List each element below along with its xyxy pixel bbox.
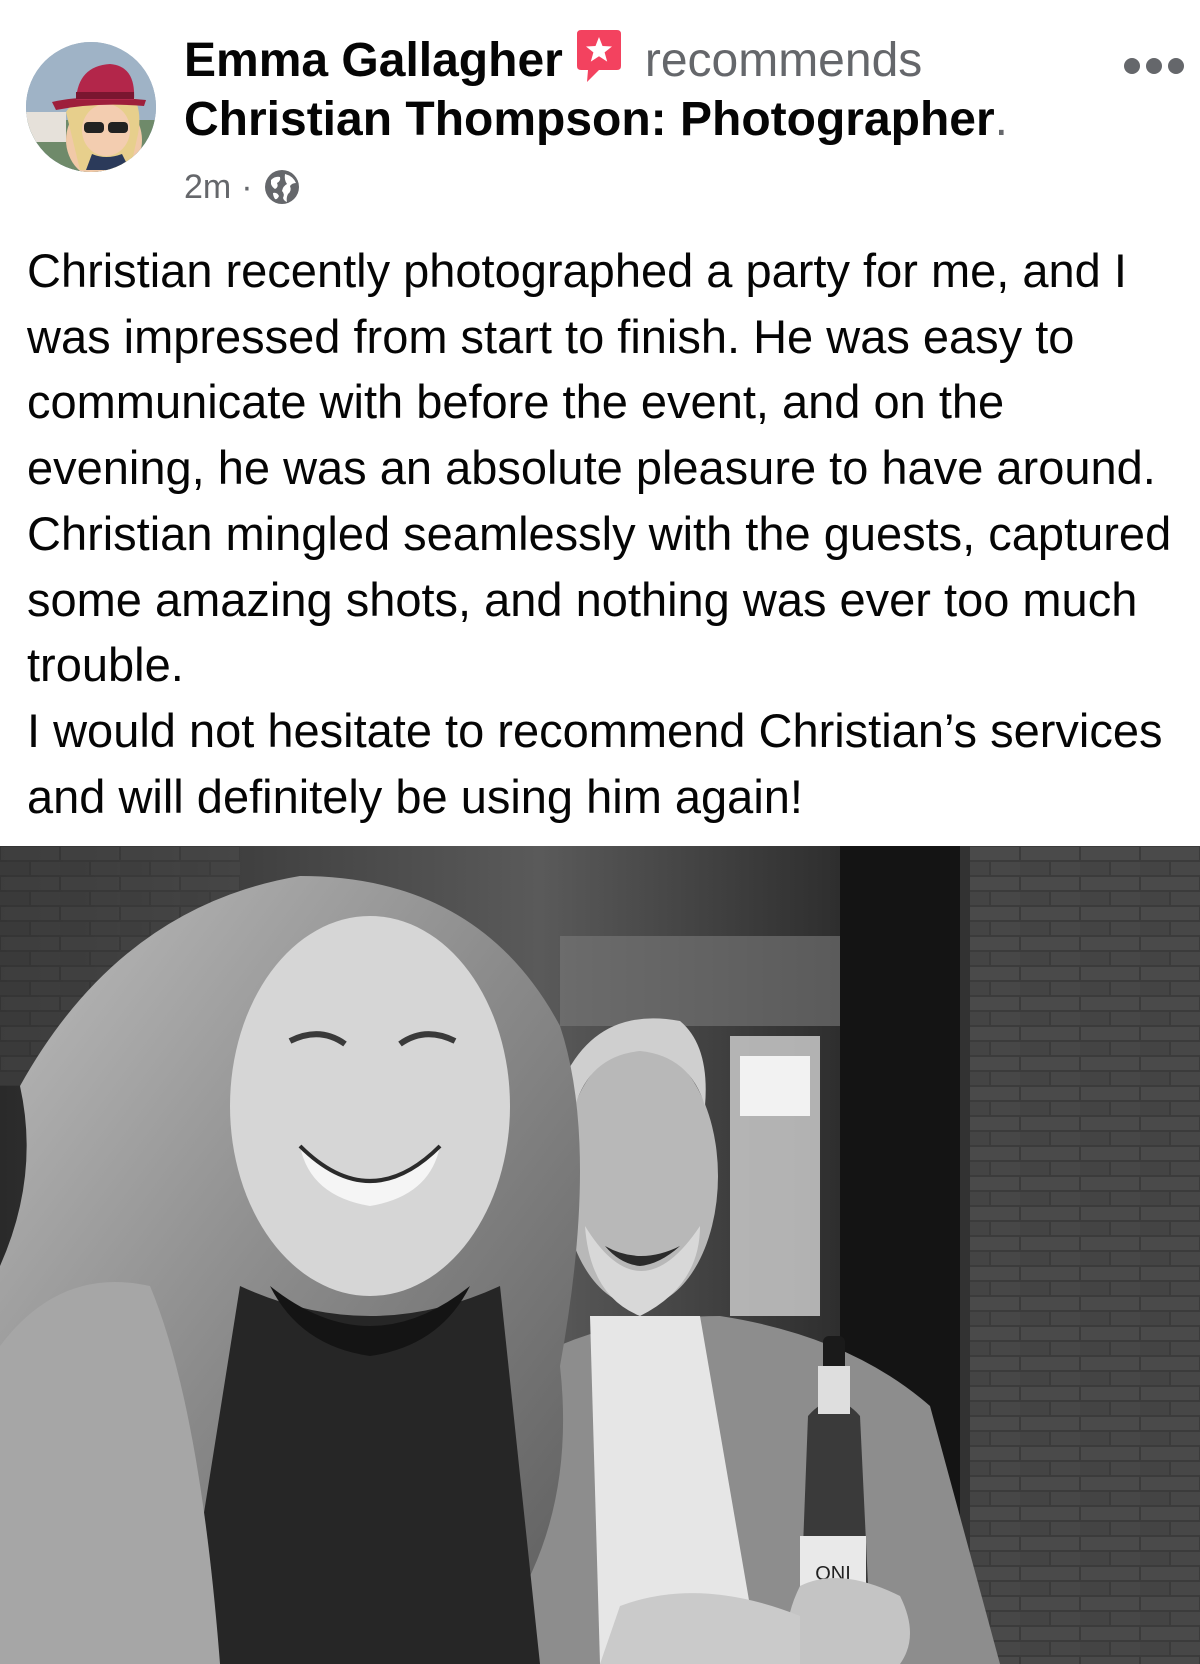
- page-name-link[interactable]: Christian Thompson: Photographer: [184, 93, 995, 146]
- post-meta: 2m ·: [184, 165, 301, 209]
- party-photo-image: ONI: [0, 846, 1200, 1664]
- more-options-icon[interactable]: [1122, 54, 1186, 78]
- author-avatar[interactable]: [26, 42, 156, 172]
- header-title-line: Emma Gallagher recommends: [184, 28, 922, 93]
- meta-separator: ·: [241, 168, 253, 206]
- avatar-image: [26, 42, 156, 172]
- globe-icon[interactable]: [263, 168, 301, 206]
- page-suffix: .: [994, 93, 1008, 146]
- recommended-page-line: Christian Thompson: Photographer.: [184, 88, 1008, 152]
- post-header: Emma Gallagher recommends Christian Thom…: [0, 0, 1200, 220]
- star-badge-icon: [576, 30, 621, 82]
- action-text: recommends: [644, 34, 923, 87]
- recommendation-post: Emma Gallagher recommends Christian Thom…: [0, 0, 1200, 1664]
- author-name[interactable]: Emma Gallagher: [184, 34, 563, 87]
- post-body: Christian recently photographed a party …: [27, 238, 1187, 829]
- timestamp[interactable]: 2m: [184, 168, 231, 206]
- post-photo[interactable]: ONI: [0, 846, 1200, 1664]
- post-paragraph-2: I would not hesitate to recommend Christ…: [27, 703, 1163, 823]
- post-paragraph-1: Christian recently photographed a party …: [27, 244, 1172, 692]
